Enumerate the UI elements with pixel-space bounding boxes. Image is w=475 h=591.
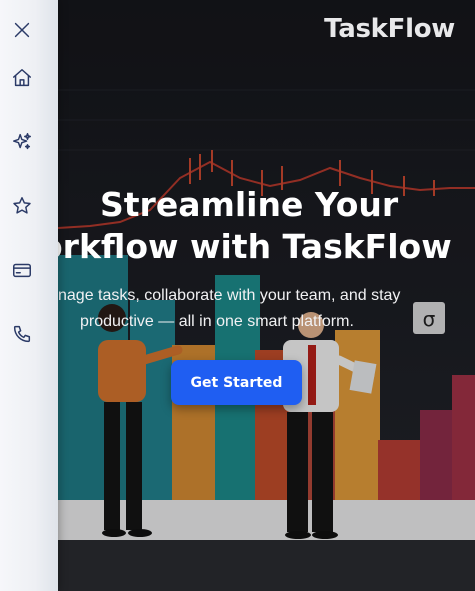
close-icon [14, 22, 30, 38]
sidebar-item-pricing[interactable] [9, 257, 35, 283]
hero-headline-line2: orkflow with TaskFlow [40, 227, 452, 266]
hero-subtext-line1: nage tasks, collaborate with your team, … [58, 287, 401, 304]
sidebar-menu [0, 0, 58, 591]
get-started-button[interactable]: Get Started [171, 360, 302, 405]
hero-subtext-line2: productive — all in one smart platform. [80, 313, 354, 330]
brand-logo-text[interactable]: TaskFlow [324, 14, 455, 44]
sidebar-item-features[interactable] [9, 129, 35, 155]
hero-headline: Streamline Your orkflow with TaskFlow [0, 184, 475, 268]
sparkles-icon [13, 133, 31, 150]
sidebar-item-contact[interactable] [9, 321, 35, 347]
hero-headline-line1: Streamline Your [100, 185, 399, 224]
credit-card-icon [13, 263, 31, 278]
sidebar-item-favorites[interactable] [9, 193, 35, 219]
hero-section: σ TaskFlow Streamline Your orkflow with … [0, 0, 475, 591]
home-icon [13, 69, 31, 87]
sidebar-item-home[interactable] [9, 65, 35, 91]
close-menu-button[interactable] [9, 17, 35, 43]
star-icon [13, 197, 31, 214]
phone-icon [13, 325, 31, 343]
hero-subtext: nage tasks, collaborate with your team, … [0, 283, 475, 335]
